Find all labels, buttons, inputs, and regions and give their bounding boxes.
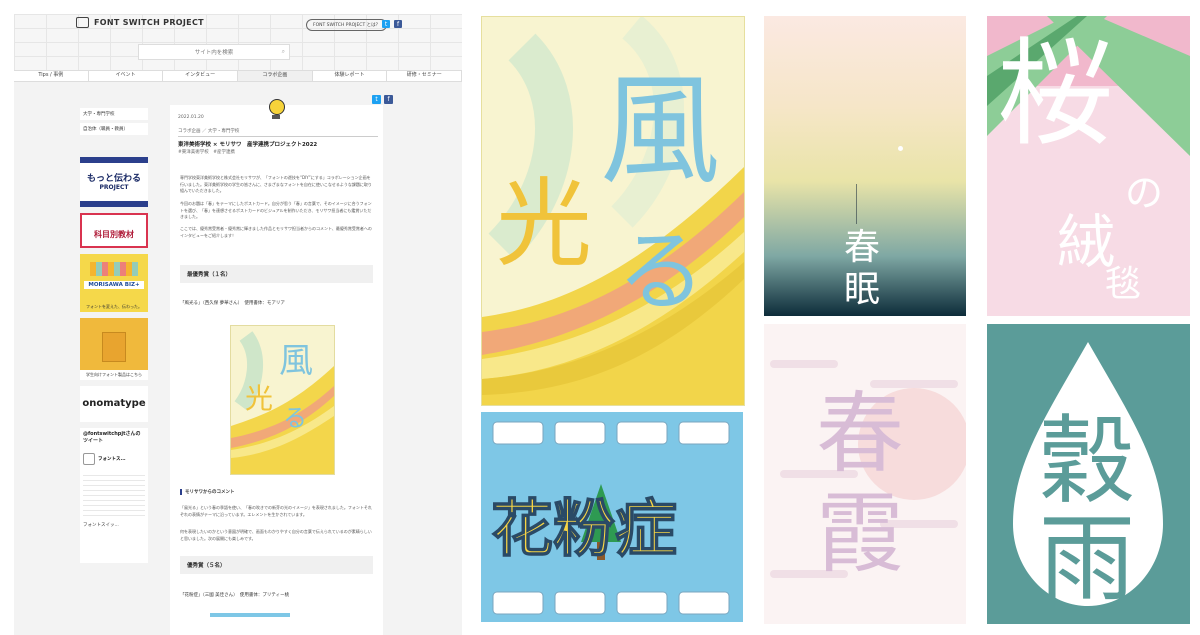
work2-thumbnail-edge[interactable] <box>210 613 290 617</box>
poster-kokuu[interactable]: 穀 雨 <box>987 324 1190 624</box>
lightbulb-icon <box>268 99 286 121</box>
sakura-char-2: の <box>1125 171 1163 215</box>
nav-events[interactable]: イベント <box>89 71 164 81</box>
banner-morisawa-biz[interactable]: MORISAWA BIZ+ フォントを変えた、伝わった。 <box>80 254 148 312</box>
shunmin-char-2: 眠 <box>844 269 881 310</box>
sakura-char-4: 毯 <box>1105 264 1141 305</box>
banner-motto-caption: もっと伝わる <box>86 174 141 184</box>
site-header: FONT SWITCH PROJECT FONT SWITCH PROJECT … <box>14 14 462 74</box>
article-date: 2022.01.20 <box>178 115 204 120</box>
poster-kafunsho[interactable]: 花粉症 <box>481 412 743 622</box>
about-link[interactable]: FONT SWITCH PROJECT とは？ <box>306 19 388 31</box>
banner-motto-sub: PROJECT <box>99 184 129 191</box>
kaze-char-3: る <box>617 220 705 323</box>
poster-shunmin[interactable]: 春 眠 <box>764 16 966 316</box>
nav-collab[interactable]: コラボ企画 <box>238 71 313 81</box>
banner-motto-tsutawaru[interactable]: もっと伝わる PROJECT <box>80 157 148 207</box>
article-tags[interactable]: #東洋美術学校 #産学連携 <box>178 149 235 155</box>
sidebar-link-universities[interactable]: 大学・専門学校 <box>80 108 148 120</box>
kokuu-char-1: 穀 <box>1039 405 1135 517</box>
moon-dot <box>898 146 903 151</box>
banner-biz-caption: MORISAWA BIZ+ <box>84 281 144 289</box>
poster-sakura[interactable]: 桜 の 絨 毯 <box>987 16 1190 316</box>
kafunsho-text: 花粉症 <box>491 492 677 565</box>
banner-onomatype[interactable]: onomatype <box>80 386 148 422</box>
kaze-char-2: 光 <box>496 168 592 280</box>
nav-interviews[interactable]: インタビュー <box>163 71 239 81</box>
kaze-char-1: 風 <box>600 62 720 201</box>
breadcrumb[interactable]: コラボ企画 ／ 大学・専門学校 <box>178 128 239 134</box>
harugasumi-char-2: 霞 <box>816 482 904 585</box>
nav-seminars[interactable]: 研修・セミナー <box>387 71 463 81</box>
article: 2022.01.20 コラボ企画 ／ 大学・専門学校 東洋美術学校 × モリサワ… <box>170 99 383 635</box>
section-grand-prize: 最優秀賞（１名） <box>180 265 373 283</box>
tweets-title: @fontswitchpjtさんのツイート <box>83 431 141 444</box>
logo-icon <box>76 17 89 28</box>
intro-paragraph-3: ここでは、優秀賞受賞者・優秀賞に輝きました作品とモリサワ担当者からのコメント、最… <box>180 226 372 238</box>
article-title: 東洋美術学校 × モリサワ 産学連携プロジェクト2022 <box>178 142 318 148</box>
sakura-char-1: 桜 <box>997 27 1113 162</box>
intro-paragraph-2: 今回のお題は「春」をテーマにしたポストカード。自分が思う「春」の言葉で、そのイメ… <box>180 201 372 219</box>
comment-heading: モリサワからのコメント <box>180 489 235 495</box>
facebook-icon[interactable]: f <box>394 20 402 28</box>
banner-student-caption: 学生向けフォント製品はこちら <box>80 370 148 380</box>
tweet-author[interactable]: フォントス... <box>98 456 126 462</box>
comment-paragraph-2: 何を表現したいのかという意図が明確で、画面もわかりやすく自分の言葉で伝えられてい… <box>180 529 372 541</box>
banner-student-fonts[interactable]: 学生向けフォント製品はこちら <box>80 318 148 380</box>
main-nav: Tips / 事例 イベント インタビュー コラボ企画 体験レポート 研修・セミ… <box>14 70 463 82</box>
nav-reports[interactable]: 体験レポート <box>313 71 388 81</box>
sidebar: 大学・専門学校 自治体（職員・教員） もっと伝わる PROJECT 科目別教材 … <box>80 108 148 563</box>
share-twitter-icon[interactable]: t <box>372 95 381 104</box>
sidebar-link-municipalities[interactable]: 自治体（職員・教員） <box>80 123 148 135</box>
nav-tips[interactable]: Tips / 事例 <box>14 71 89 81</box>
twitter-icon[interactable]: t <box>382 20 390 28</box>
svg-text:風: 風 <box>279 341 313 381</box>
website-panel: FONT SWITCH PROJECT FONT SWITCH PROJECT … <box>0 0 470 635</box>
banner-kamoku[interactable]: 科目別教材 <box>80 213 148 248</box>
poster-kaze-hikaru[interactable]: 風 光 る <box>481 16 745 406</box>
tweet-footer[interactable]: フォントスイッ... <box>83 522 145 528</box>
comment-paragraph-1: 「風光る」という春の季語を使い、「春の吹きでの新芽の光のイメージ」を表現されまし… <box>180 505 372 517</box>
banner-biz-sub: フォントを変えた、伝わった。 <box>86 304 142 309</box>
search-icon[interactable]: ⌕ <box>282 48 285 56</box>
site-logo[interactable]: FONT SWITCH PROJECT <box>76 17 204 28</box>
intro-paragraph-1: 専門学校東洋美術学校と株式会社モリサワが、「フォントの遊技を“DIY”にする」コ… <box>180 175 372 193</box>
logo-text: FONT SWITCH PROJECT <box>94 18 204 27</box>
twitter-widget: @fontswitchpjtさんのツイート フォントス... フォントスイッ..… <box>80 428 148 563</box>
work2-caption: 「花粉症」（三國 美佳さん） 使用書体：プリティー桃 <box>180 593 290 598</box>
avatar <box>83 453 95 465</box>
section-excellence-prize: 優秀賞（５名） <box>180 556 373 574</box>
poster-harugasumi[interactable]: 春 霞 <box>764 324 966 624</box>
kokuu-char-2: 雨 <box>1039 503 1135 615</box>
banner-kamoku-caption: 科目別教材 <box>94 230 134 239</box>
svg-text:光: 光 <box>245 382 273 415</box>
work1-caption: 「風光る」（西久保 夢華さん） 使用書体：モアリア <box>180 301 285 306</box>
tweet-body <box>83 471 145 516</box>
search-input[interactable]: サイト内を検索 ⌕ <box>138 44 290 60</box>
svg-text:る: る <box>283 404 307 432</box>
harugasumi-char-1: 春 <box>816 382 904 485</box>
search-placeholder: サイト内を検索 <box>194 50 234 56</box>
share-facebook-icon[interactable]: f <box>384 95 393 104</box>
work1-thumbnail[interactable]: 風 光 る <box>230 325 335 475</box>
banner-onomatype-caption: onomatype <box>82 398 146 409</box>
